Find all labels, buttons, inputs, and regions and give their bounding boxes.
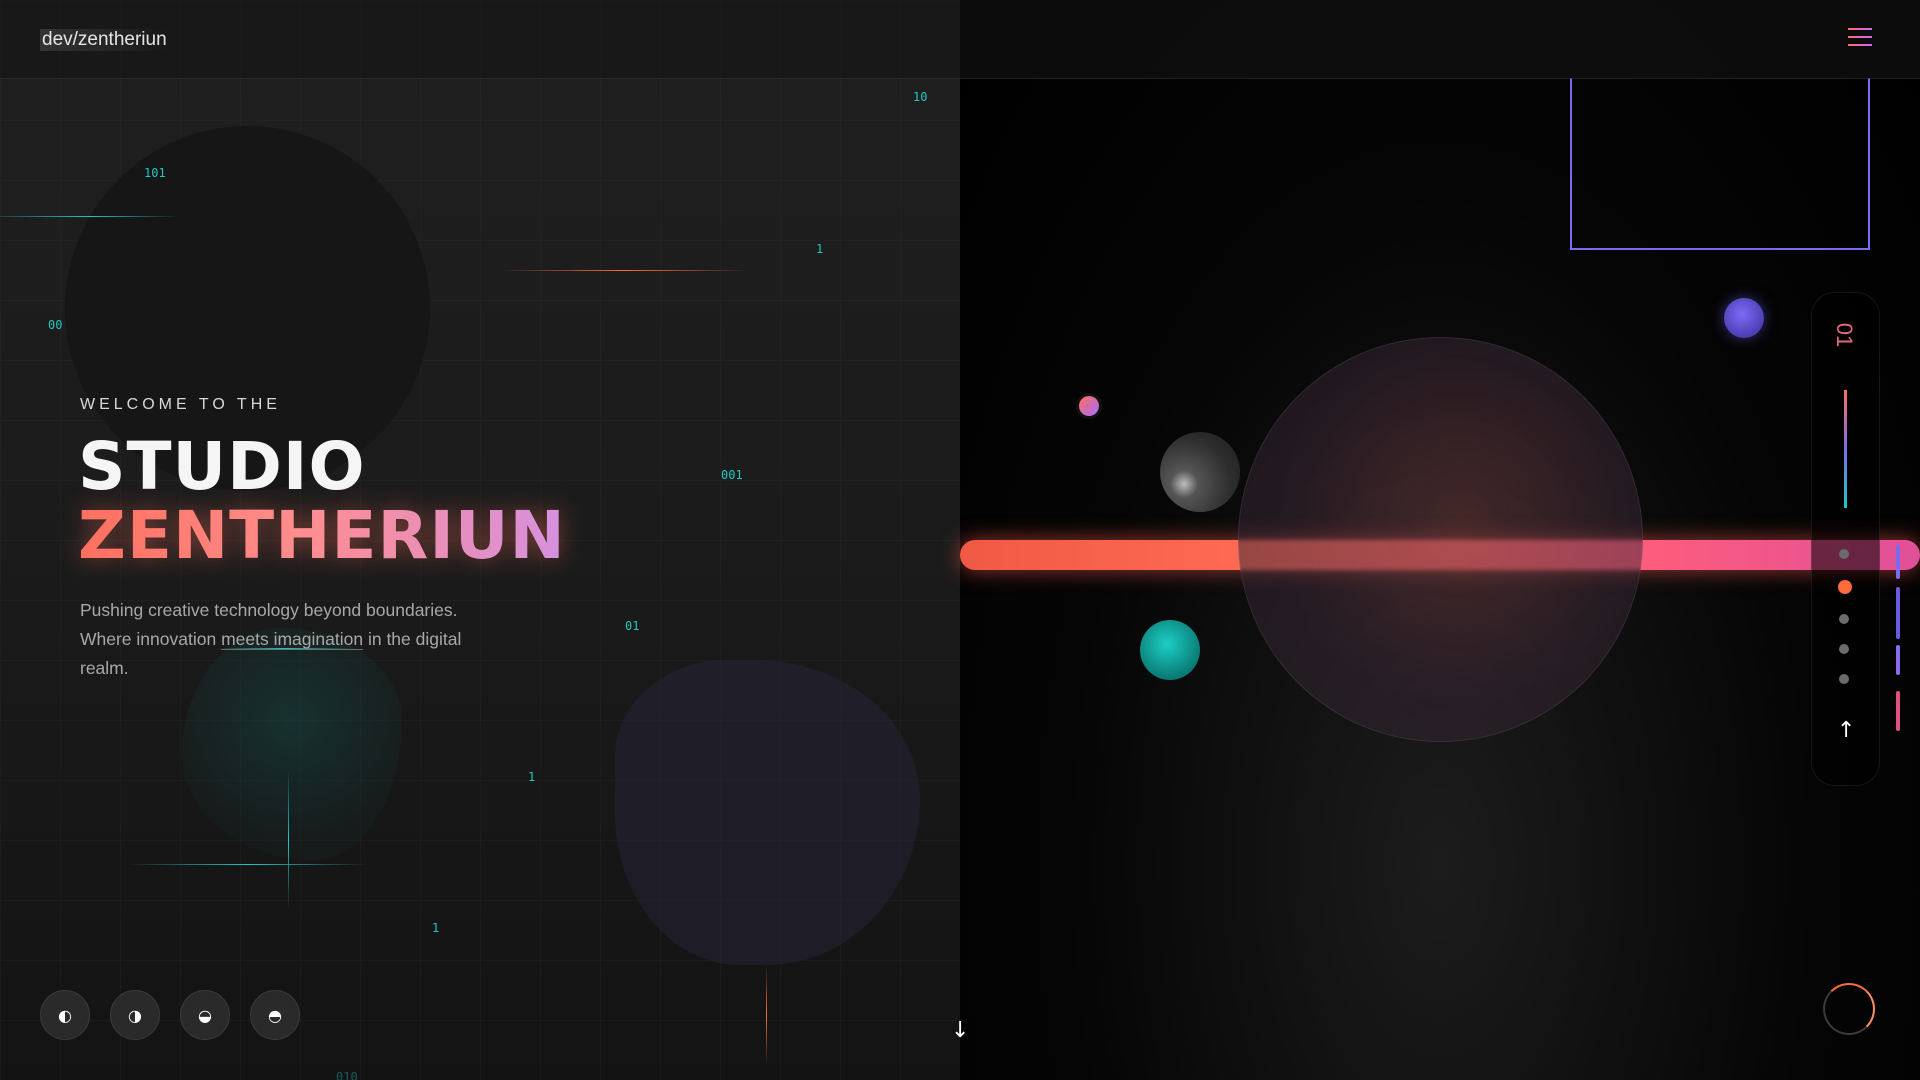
nav-dot-3[interactable]	[1839, 614, 1849, 624]
theme-right-half-button[interactable]: ◑	[110, 990, 160, 1040]
binary-label: 1	[528, 770, 536, 784]
description-highlight: meets imagination	[221, 629, 364, 650]
binary-label: 010	[336, 1070, 358, 1080]
nav-dot-4[interactable]	[1839, 644, 1849, 654]
section-progress-line	[1844, 390, 1847, 508]
grey-ball-decoration	[1160, 432, 1240, 512]
binary-label: 001	[721, 468, 743, 482]
orange-line-top	[500, 270, 750, 271]
nav-dot-1[interactable]	[1839, 549, 1849, 559]
binary-label: 1	[816, 242, 824, 256]
theme-left-half-icon: ◐	[58, 1005, 72, 1025]
orange-vline	[766, 965, 767, 1065]
pink-dot-decoration	[1079, 396, 1099, 416]
teal-vline	[288, 770, 289, 910]
side-bar-violet-1	[1896, 545, 1900, 579]
binary-label: 00	[48, 318, 63, 332]
theme-bottom-half-icon: ◒	[198, 1005, 212, 1025]
loading-spinner	[1823, 983, 1875, 1035]
left-panel: 10 101 1 00 001 01 1 1 010 WELCOME TO TH…	[0, 0, 960, 1080]
hero-eyebrow: WELCOME TO THE	[80, 396, 281, 413]
theme-right-half-icon: ◑	[128, 1005, 142, 1025]
outline-rectangle-decoration	[1570, 78, 1870, 250]
binary-label: 10	[913, 90, 928, 104]
side-bar-violet-2	[1896, 587, 1900, 639]
hero-description: Pushing creative technology beyond bound…	[80, 596, 500, 683]
side-bar-violet-3	[1896, 645, 1900, 675]
binary-label: 01	[625, 619, 640, 633]
side-bar-pink	[1896, 691, 1900, 731]
side-color-bars	[1896, 545, 1900, 731]
header-bar: dev/zentheriun	[0, 0, 1920, 79]
binary-label: 101	[144, 166, 166, 180]
violet-ball-decoration	[1724, 298, 1764, 338]
teal-line-bottom	[128, 864, 368, 865]
glass-sphere-decoration	[1238, 337, 1643, 742]
section-counter: 01	[1832, 322, 1858, 348]
theme-top-half-icon: ◓	[268, 1005, 282, 1025]
teal-line-top	[0, 216, 180, 217]
back-to-top-arrow-icon[interactable]: ↑	[1837, 718, 1855, 743]
hamburger-menu-icon[interactable]	[1848, 28, 1872, 50]
hero-title-line1: STUDIO	[78, 428, 366, 505]
side-navigator	[1811, 292, 1880, 786]
nav-dot-5[interactable]	[1839, 674, 1849, 684]
theme-bottom-half-button[interactable]: ◒	[180, 990, 230, 1040]
theme-top-half-button[interactable]: ◓	[250, 990, 300, 1040]
teal-ball-decoration	[1140, 620, 1200, 680]
scroll-down-arrow-icon[interactable]: ↓	[951, 1018, 969, 1043]
nav-dot-2[interactable]	[1838, 580, 1852, 594]
site-logo[interactable]: dev/zentheriun	[40, 29, 169, 51]
binary-label: 1	[432, 921, 440, 935]
theme-left-half-button[interactable]: ◐	[40, 990, 90, 1040]
hero-title-line2: ZENTHERIUN	[78, 497, 566, 574]
theme-buttons: ◐ ◑ ◒ ◓	[40, 990, 300, 1040]
